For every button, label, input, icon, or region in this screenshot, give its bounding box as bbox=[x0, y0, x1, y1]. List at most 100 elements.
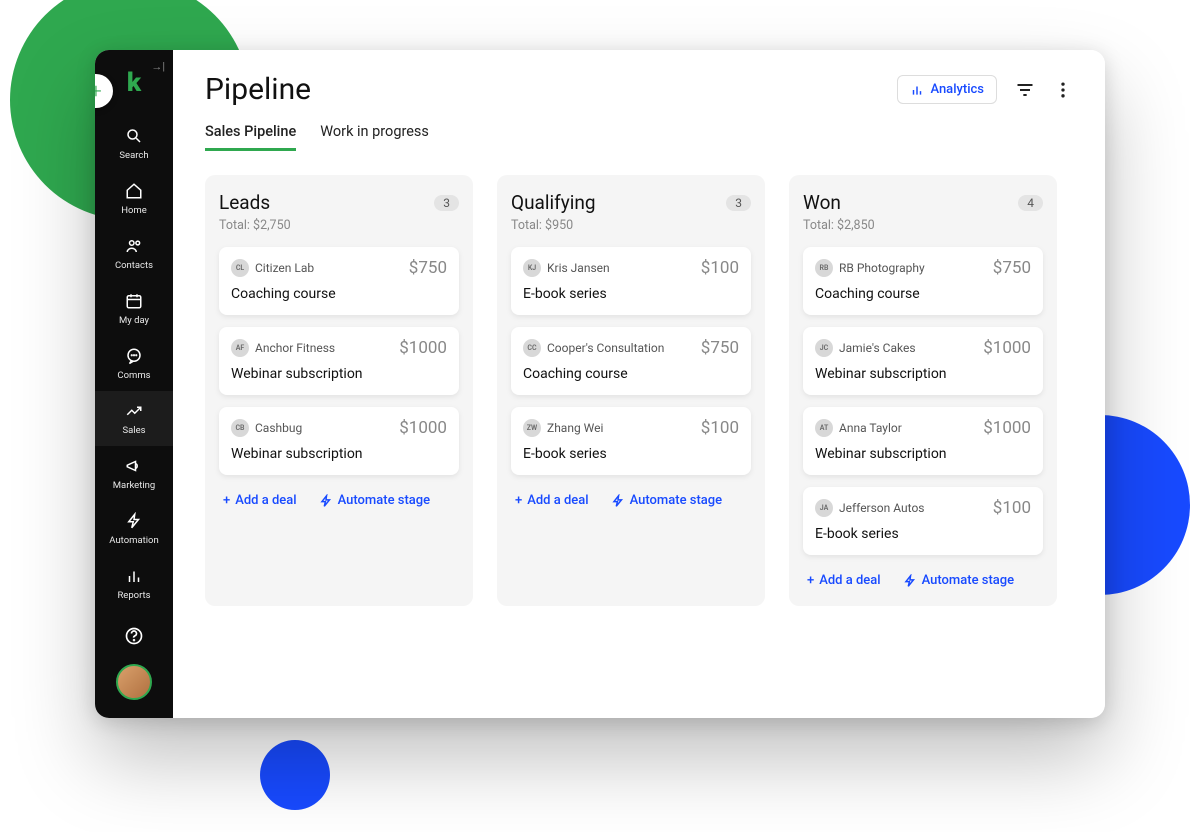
add-deal-button[interactable]: + Add a deal bbox=[223, 493, 297, 508]
sidebar-item-myday[interactable]: My day bbox=[95, 281, 173, 336]
column-count-badge: 4 bbox=[1018, 195, 1043, 211]
add-deal-label: Add a deal bbox=[527, 493, 588, 508]
lightning-icon bbox=[611, 494, 625, 508]
sidebar-label-sales: Sales bbox=[122, 425, 145, 436]
deal-card[interactable]: ZWZhang Wei$100E-book series bbox=[511, 407, 751, 475]
deal-company: Jefferson Autos bbox=[839, 501, 924, 515]
sidebar-item-automation[interactable]: Automation bbox=[95, 501, 173, 556]
deal-price: $1000 bbox=[983, 338, 1031, 358]
deal-title: Webinar subscription bbox=[815, 366, 1031, 382]
page-title: Pipeline bbox=[205, 72, 311, 107]
plus-icon: + bbox=[223, 493, 230, 508]
app-logo[interactable]: k bbox=[127, 68, 141, 98]
pipeline-column: Leads3Total: $2,750CLCitizen Lab$750Coac… bbox=[205, 175, 473, 606]
deal-company: Anchor Fitness bbox=[255, 341, 335, 355]
sidebar-item-sales[interactable]: Sales bbox=[95, 391, 173, 446]
automate-stage-button[interactable]: Automate stage bbox=[319, 493, 431, 508]
pipeline-columns: Leads3Total: $2,750CLCitizen Lab$750Coac… bbox=[205, 175, 1073, 606]
deal-title: Webinar subscription bbox=[231, 446, 447, 462]
deal-card[interactable]: CBCashbug$1000Webinar subscription bbox=[219, 407, 459, 475]
calendar-icon bbox=[124, 291, 144, 311]
deal-card[interactable]: JAJefferson Autos$100E-book series bbox=[803, 487, 1043, 555]
deal-card[interactable]: AFAnchor Fitness$1000Webinar subscriptio… bbox=[219, 327, 459, 395]
user-avatar[interactable] bbox=[116, 664, 152, 700]
sidebar-item-comms[interactable]: Comms bbox=[95, 336, 173, 391]
deal-avatar: CC bbox=[523, 339, 541, 357]
deal-company: RB Photography bbox=[839, 261, 925, 275]
add-deal-button[interactable]: +Add a deal bbox=[807, 573, 881, 588]
sidebar-item-search[interactable]: Search bbox=[95, 116, 173, 171]
lightning-icon bbox=[319, 494, 333, 508]
megaphone-icon bbox=[124, 456, 144, 476]
automate-stage-label: Automate stage bbox=[922, 573, 1015, 588]
sidebar-label-search: Search bbox=[119, 150, 148, 161]
deal-price: $100 bbox=[993, 498, 1031, 518]
pipeline-column: Qualifying3Total: $950KJKris Jansen$100E… bbox=[497, 175, 765, 606]
sidebar-label-reports: Reports bbox=[117, 590, 150, 601]
add-button[interactable]: + bbox=[95, 74, 113, 108]
sidebar-label-home: Home bbox=[121, 205, 147, 216]
tab-work-in-progress[interactable]: Work in progress bbox=[320, 123, 429, 151]
deal-card[interactable]: RBRB Photography$750Coaching course bbox=[803, 247, 1043, 315]
deal-avatar: CL bbox=[231, 259, 249, 277]
deal-price: $1000 bbox=[983, 418, 1031, 438]
sidebar-label-comms: Comms bbox=[117, 370, 150, 381]
deal-price: $1000 bbox=[399, 418, 447, 438]
deal-card[interactable]: CCCooper's Consultation$750Coaching cour… bbox=[511, 327, 751, 395]
deal-card[interactable]: JCJamie's Cakes$1000Webinar subscription bbox=[803, 327, 1043, 395]
deal-avatar: KJ bbox=[523, 259, 541, 277]
tab-sales-pipeline[interactable]: Sales Pipeline bbox=[205, 123, 296, 151]
analytics-bar-icon bbox=[910, 83, 924, 97]
decorative-circle-blue-small bbox=[260, 740, 330, 810]
lightning-icon bbox=[124, 511, 144, 531]
sidebar-label-myday: My day bbox=[119, 315, 149, 326]
deal-price: $1000 bbox=[399, 338, 447, 358]
deal-company: Cashbug bbox=[255, 421, 302, 435]
more-menu-icon[interactable] bbox=[1053, 80, 1073, 100]
add-deal-label: Add a deal bbox=[235, 493, 296, 508]
sidebar-item-reports[interactable]: Reports bbox=[95, 556, 173, 611]
deal-company: Zhang Wei bbox=[547, 421, 603, 435]
automate-stage-button[interactable]: Automate stage bbox=[611, 493, 723, 508]
column-total: Total: $2,850 bbox=[803, 218, 1043, 233]
sidebar: →| k + Search Home Contacts My day bbox=[95, 50, 173, 718]
search-icon bbox=[124, 126, 144, 146]
deal-company: Anna Taylor bbox=[839, 421, 902, 435]
deal-price: $750 bbox=[409, 258, 447, 278]
deal-avatar: AT bbox=[815, 419, 833, 437]
sidebar-label-contacts: Contacts bbox=[115, 260, 153, 271]
sales-icon bbox=[124, 401, 144, 421]
deal-avatar: RB bbox=[815, 259, 833, 277]
deal-title: Coaching course bbox=[523, 366, 739, 382]
deal-card[interactable]: CLCitizen Lab$750Coaching course bbox=[219, 247, 459, 315]
sidebar-item-contacts[interactable]: Contacts bbox=[95, 226, 173, 281]
deal-price: $100 bbox=[701, 258, 739, 278]
sidebar-item-home[interactable]: Home bbox=[95, 171, 173, 226]
column-total: Total: $950 bbox=[511, 218, 751, 233]
deal-card[interactable]: ATAnna Taylor$1000Webinar subscription bbox=[803, 407, 1043, 475]
deal-price: $100 bbox=[701, 418, 739, 438]
main-header: Pipeline Analytics bbox=[205, 72, 1073, 107]
deal-title: Coaching course bbox=[815, 286, 1031, 302]
deal-company: Citizen Lab bbox=[255, 261, 314, 275]
automate-stage-button[interactable]: Automate stage bbox=[903, 573, 1015, 588]
deal-avatar: AF bbox=[231, 339, 249, 357]
deal-company: Cooper's Consultation bbox=[547, 341, 664, 355]
home-icon bbox=[124, 181, 144, 201]
deal-avatar: JC bbox=[815, 339, 833, 357]
column-count-badge: 3 bbox=[434, 195, 459, 211]
help-icon[interactable] bbox=[124, 626, 144, 646]
automate-stage-label: Automate stage bbox=[630, 493, 723, 508]
sidebar-label-marketing: Marketing bbox=[113, 480, 155, 491]
lightning-icon bbox=[903, 574, 917, 588]
column-title: Leads bbox=[219, 191, 270, 214]
sidebar-item-marketing[interactable]: Marketing bbox=[95, 446, 173, 501]
analytics-button[interactable]: Analytics bbox=[897, 75, 997, 104]
deal-title: E-book series bbox=[815, 526, 1031, 542]
pipeline-column: Won4Total: $2,850RBRB Photography$750Coa… bbox=[789, 175, 1057, 606]
deal-card[interactable]: KJKris Jansen$100E-book series bbox=[511, 247, 751, 315]
collapse-sidebar-icon[interactable]: →| bbox=[151, 60, 165, 73]
add-deal-button[interactable]: +Add a deal bbox=[515, 493, 589, 508]
filter-icon[interactable] bbox=[1015, 80, 1035, 100]
deal-title: E-book series bbox=[523, 286, 739, 302]
